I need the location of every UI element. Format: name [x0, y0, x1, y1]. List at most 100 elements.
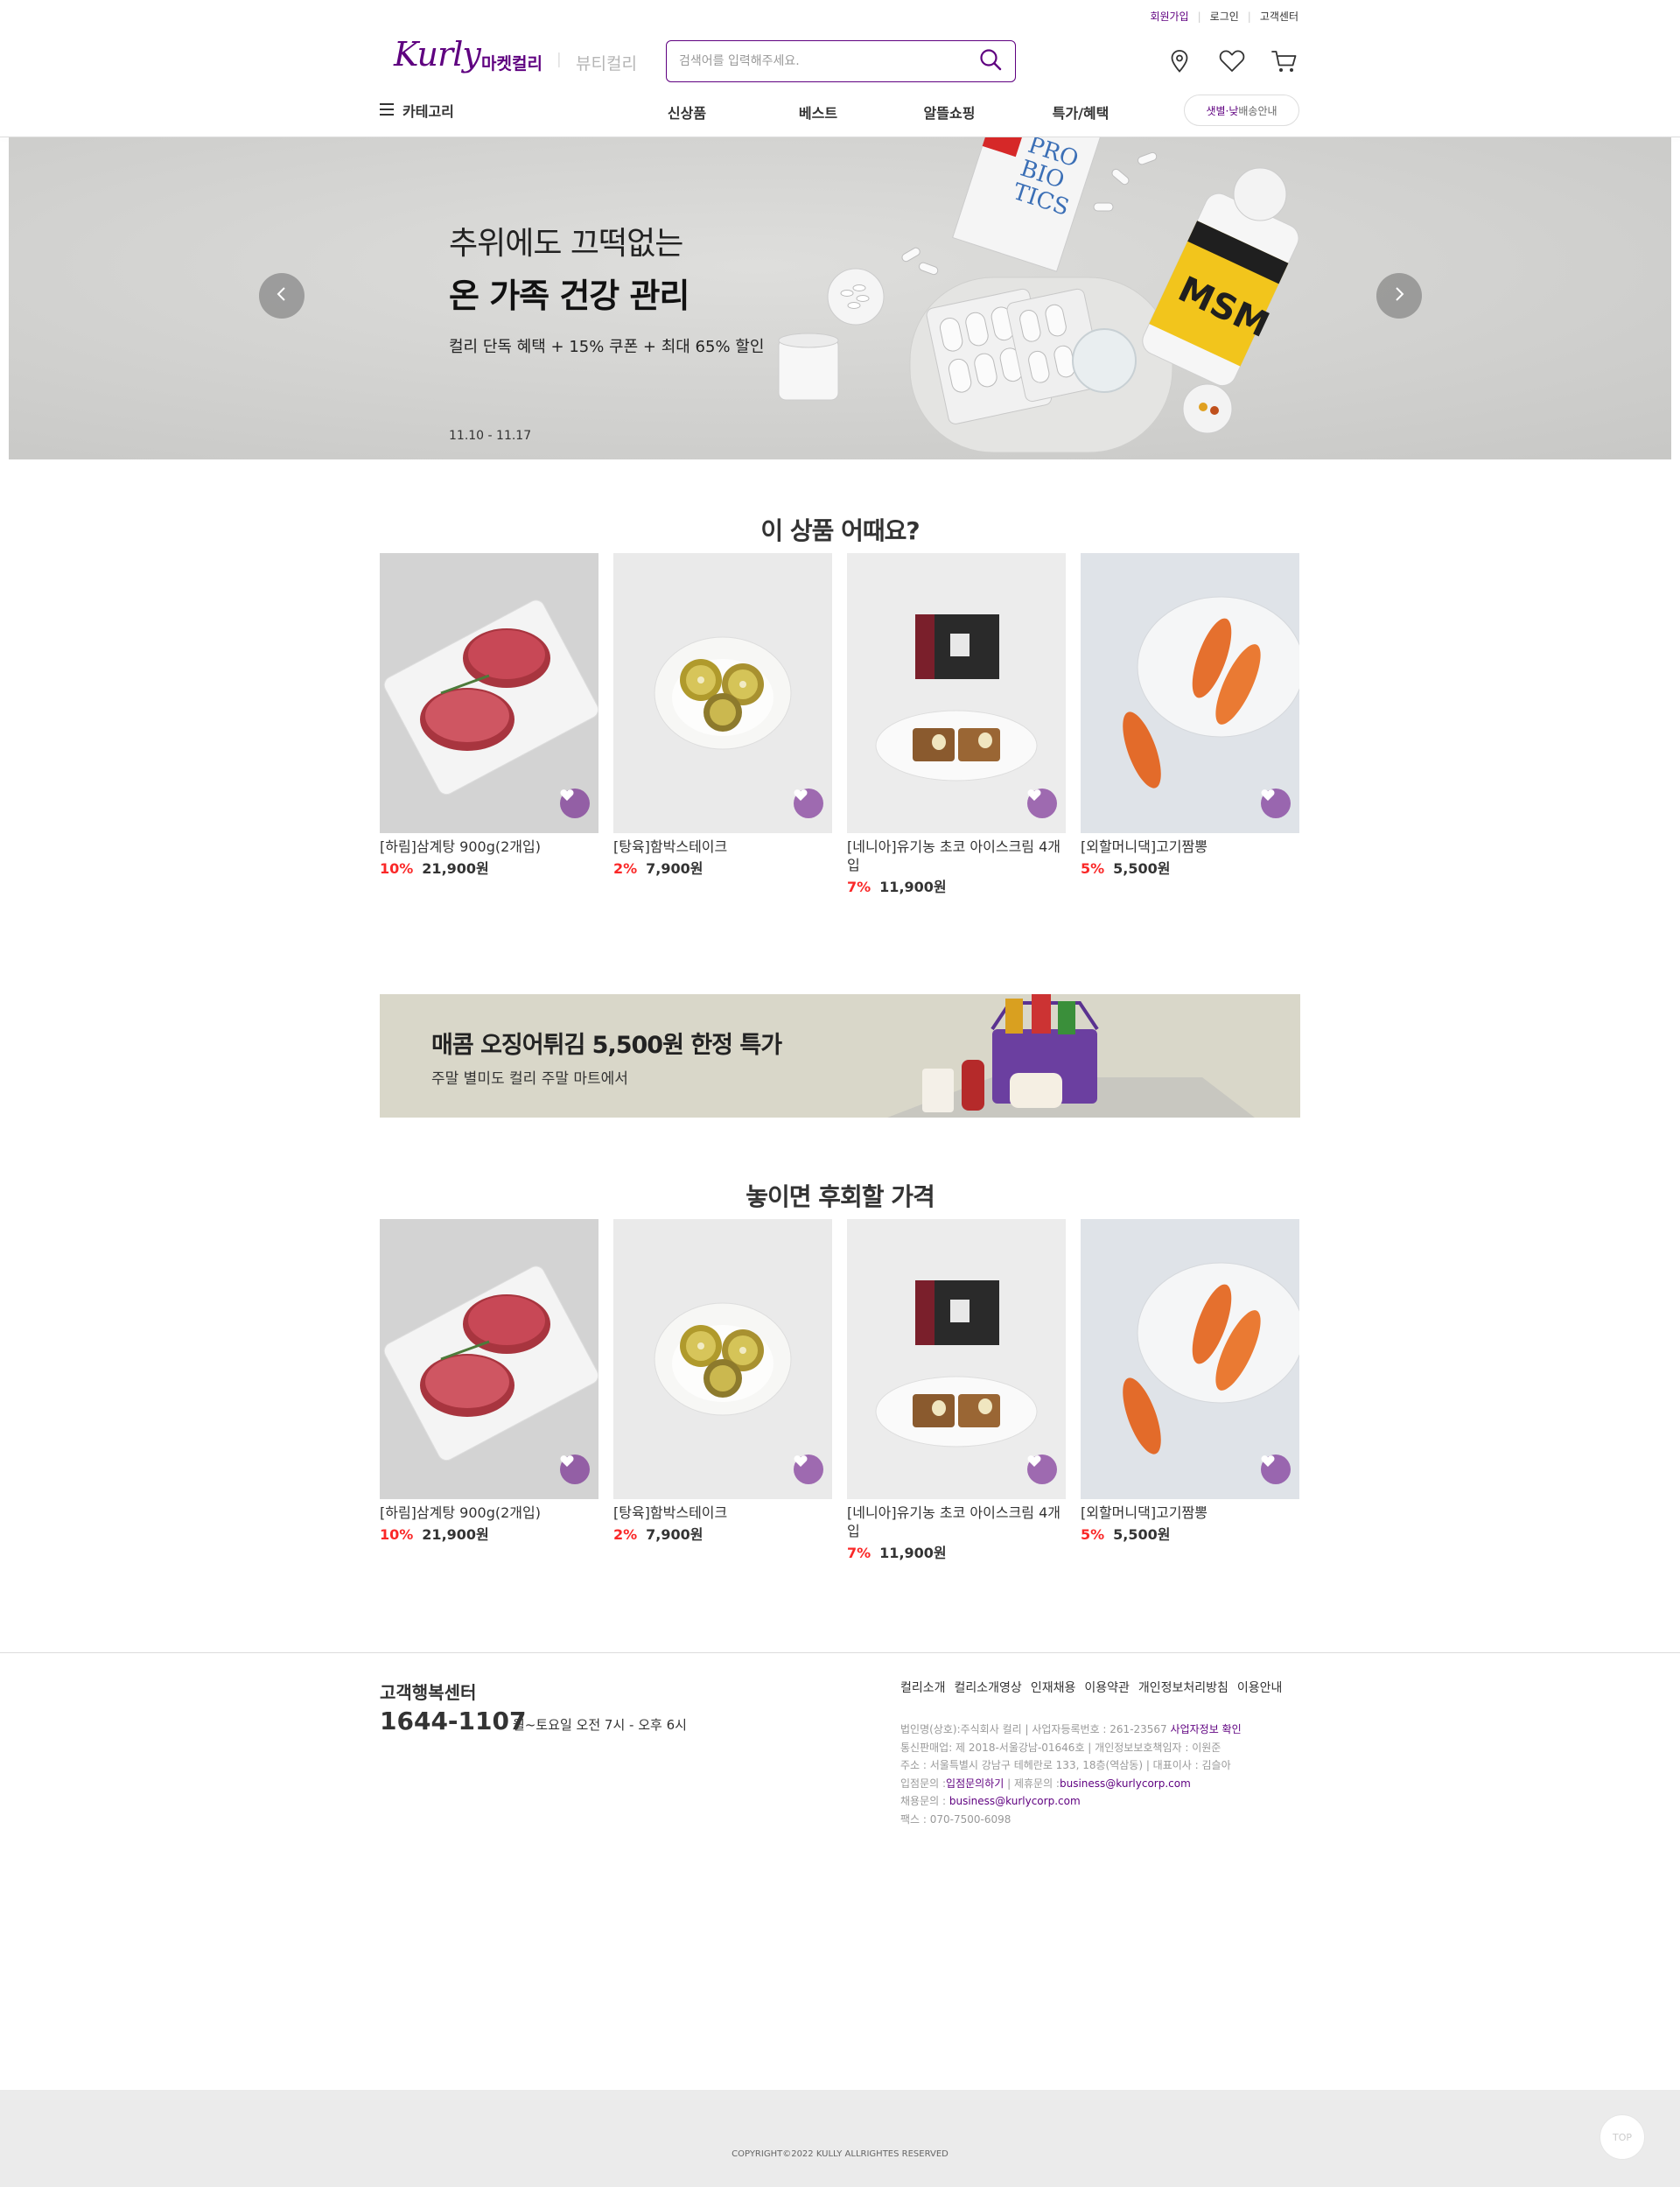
customer-center-hours: 월~토요일 오전 7시 - 오후 6시	[513, 1717, 687, 1733]
nav-item-new[interactable]: 신상품	[621, 102, 752, 123]
wishlist-button[interactable]	[1027, 789, 1057, 818]
product-name[interactable]: [네니아]유기농 초코 아이스크림 4개입	[847, 838, 1066, 874]
product-price-row: 2% 7,900원	[613, 857, 832, 878]
footer-bottom	[0, 2090, 1680, 2187]
category-button[interactable]: 카테고리	[380, 100, 454, 121]
cart-icon[interactable]	[1270, 47, 1299, 75]
product-image-carrot[interactable]	[1081, 1219, 1299, 1499]
recruit-label: 채용문의 :	[900, 1795, 949, 1807]
customer-center-phone: 1644-1107	[380, 1707, 527, 1735]
signup-link[interactable]: 회원가입	[1150, 9, 1188, 24]
discount-rate: 2%	[613, 1526, 638, 1543]
nav-menu: 신상품 베스트 알뜰쇼핑 특가/혜택	[621, 102, 1146, 123]
product-name[interactable]: [탕육]함박스테이크	[613, 838, 832, 856]
top-utility-bar: 회원가입 | 로그인 | 고객센터	[1150, 9, 1298, 24]
wishlist-button[interactable]	[560, 1454, 590, 1484]
scroll-top-button[interactable]: TOP	[1600, 2114, 1645, 2160]
alliance-label: | 제휴문의 :	[1004, 1777, 1060, 1790]
search-icon[interactable]	[978, 47, 1003, 75]
business-info-link[interactable]: 사업자정보 확인	[1171, 1723, 1242, 1735]
main-banner[interactable]: PRO BIO TICS MSM 추위에도 끄떡없는 온 가족 건강 관리 컬리…	[9, 137, 1671, 459]
product-image-kiwi[interactable]	[613, 1219, 832, 1499]
menu-icon	[380, 102, 394, 119]
product-price: 11,900원	[879, 879, 947, 895]
product-price: 21,900원	[422, 1526, 489, 1543]
wishlist-button[interactable]	[794, 1454, 823, 1484]
banner-next-button[interactable]	[1376, 273, 1422, 319]
banner-prev-button[interactable]	[259, 273, 304, 319]
customer-center-link[interactable]: 고객센터	[1260, 9, 1298, 24]
banner-subtitle: 컬리 단독 혜택 + 15% 쿠폰 + 최대 65% 할인	[449, 338, 765, 356]
banner-text: 추위에도 끄떡없는 온 가족 건강 관리 컬리 단독 혜택 + 15% 쿠폰 +…	[449, 218, 764, 357]
wishlist-button[interactable]	[560, 789, 590, 818]
product-price: 21,900원	[422, 860, 489, 877]
delivery-info-button[interactable]: 샛별·낮 배송안내	[1184, 95, 1299, 126]
product-card[interactable]: [하림]삼계탕 900g(2개입) 10% 21,900원	[380, 553, 598, 896]
product-card[interactable]: [탕육]함박스테이크 2% 7,900원	[613, 553, 832, 896]
nav-item-best[interactable]: 베스트	[752, 102, 884, 123]
product-image-beef[interactable]	[380, 1219, 598, 1499]
product-name[interactable]: [탕육]함박스테이크	[613, 1504, 832, 1522]
product-name[interactable]: [하림]삼계탕 900g(2개입)	[380, 1504, 598, 1522]
footer-link-about[interactable]: 컬리소개	[900, 1679, 946, 1696]
login-link[interactable]: 로그인	[1210, 9, 1239, 24]
product-price-row: 10% 21,900원	[380, 857, 598, 878]
product-price: 7,900원	[646, 1526, 704, 1543]
tab-market-kurly[interactable]: 마켓컬리	[481, 51, 542, 74]
partnership-link[interactable]: 입점문의하기	[946, 1777, 1004, 1790]
kurly-logo[interactable]: Kurly	[394, 35, 481, 74]
wishlist-button[interactable]	[794, 789, 823, 818]
product-name[interactable]: [외할머니댁]고기짬뽕	[1081, 1504, 1299, 1522]
product-name[interactable]: [외할머니댁]고기짬뽕	[1081, 838, 1299, 856]
wishlist-button[interactable]	[1027, 1454, 1057, 1484]
banner-date: 11.10 - 11.17	[449, 429, 532, 443]
footer-link-privacy[interactable]: 개인정보처리방침	[1138, 1679, 1228, 1696]
product-card[interactable]: [외할머니댁]고기짬뽕 5% 5,500원	[1081, 553, 1299, 896]
footer-link-terms[interactable]: 이용약관	[1084, 1679, 1130, 1696]
product-card[interactable]: [하림]삼계탕 900g(2개입) 10% 21,900원	[380, 1219, 598, 1562]
nav-item-bargain[interactable]: 알뜰쇼핑	[884, 102, 1015, 123]
copyright: COPYRIGHT©2022 KULLY ALLRIGHTES RESERVED	[732, 2149, 948, 2159]
customer-center-title: 고객행복센터	[380, 1682, 477, 1703]
product-image-beef[interactable]	[380, 553, 598, 833]
product-card[interactable]: [탕육]함박스테이크 2% 7,900원	[613, 1219, 832, 1562]
footer-links: 컬리소개 컬리소개영상 인재채용 이용약관 개인정보처리방침 이용안내	[900, 1679, 1282, 1696]
tab-divider: |	[556, 51, 562, 68]
search-input[interactable]	[679, 54, 978, 68]
heart-icon[interactable]	[1217, 47, 1247, 75]
discount-rate: 10%	[380, 1526, 414, 1543]
product-image-kiwi[interactable]	[613, 553, 832, 833]
product-price: 5,500원	[1113, 860, 1171, 877]
product-grid-deals: [하림]삼계탕 900g(2개입) 10% 21,900원 [탕육]함박스테이크 …	[380, 1219, 1300, 1562]
company-info-line: 팩스 : 070-7500-6098	[900, 1812, 1012, 1826]
wishlist-button[interactable]	[1261, 1454, 1291, 1484]
alliance-email-link[interactable]: business@kurlycorp.com	[1060, 1777, 1191, 1790]
product-image-icecream[interactable]	[847, 553, 1066, 833]
search-box	[666, 40, 1016, 82]
discount-rate: 2%	[613, 860, 638, 877]
product-image-icecream[interactable]	[847, 1219, 1066, 1499]
tab-beauty-kurly[interactable]: 뷰티컬리	[576, 51, 637, 74]
company-info-line: 통신판매업: 제 2018-서울강남-01646호 | 개인정보보호책임자 : …	[900, 1741, 1222, 1754]
product-image-carrot[interactable]	[1081, 553, 1299, 833]
footer-link-guide[interactable]: 이용안내	[1237, 1679, 1283, 1696]
promo-banner[interactable]: 매콤 오징어튀김 5,500원 한정 특가 주말 별미도 컬리 주말 마트에서	[380, 994, 1300, 1118]
company-info-line: 채용문의 : business@kurlycorp.com	[900, 1792, 1242, 1811]
location-icon[interactable]	[1165, 47, 1194, 75]
product-price: 11,900원	[879, 1545, 947, 1561]
company-info-line: 주소 : 서울특별시 강남구 테헤란로 133, 18층(역삼동) | 대표이사…	[900, 1759, 1231, 1771]
divider: |	[1197, 10, 1201, 23]
delivery-highlight: 샛별·낮	[1206, 104, 1239, 117]
header-main: Kurly 마켓컬리 | 뷰티컬리	[394, 32, 1299, 84]
discount-rate: 5%	[1081, 860, 1105, 877]
product-name[interactable]: [네니아]유기농 초코 아이스크림 4개입	[847, 1504, 1066, 1540]
recruit-email-link[interactable]: business@kurlycorp.com	[949, 1795, 1081, 1807]
product-card[interactable]: [네니아]유기농 초코 아이스크림 4개입 7% 11,900원	[847, 553, 1066, 896]
product-card[interactable]: [네니아]유기농 초코 아이스크림 4개입 7% 11,900원	[847, 1219, 1066, 1562]
nav-item-special[interactable]: 특가/혜택	[1015, 102, 1146, 123]
wishlist-button[interactable]	[1261, 789, 1291, 818]
footer-link-careers[interactable]: 인재채용	[1031, 1679, 1076, 1696]
footer-link-video[interactable]: 컬리소개영상	[955, 1679, 1022, 1696]
product-card[interactable]: [외할머니댁]고기짬뽕 5% 5,500원	[1081, 1219, 1299, 1562]
product-name[interactable]: [하림]삼계탕 900g(2개입)	[380, 838, 598, 856]
